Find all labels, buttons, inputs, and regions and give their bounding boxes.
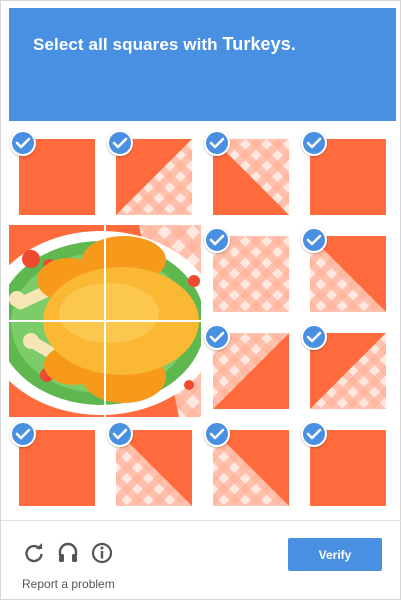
grid-tile-r3-c1[interactable]	[106, 420, 202, 516]
selected-check-icon	[301, 324, 327, 350]
grid-tile-r3-c3[interactable]	[300, 420, 396, 516]
selected-check-icon	[301, 130, 327, 156]
captcha-frame: Select all squares with Turkeys. Report …	[0, 0, 401, 600]
info-icon[interactable]	[90, 541, 114, 565]
grid-tile-r0-c0[interactable]	[9, 129, 105, 225]
grid-tile-r0-c3[interactable]	[300, 129, 396, 225]
selected-check-icon	[301, 227, 327, 253]
grid-tile-r1-c3[interactable]	[300, 226, 396, 322]
selected-check-icon	[10, 421, 36, 447]
grid-tile-r0-c1[interactable]	[106, 129, 202, 225]
selected-check-icon	[204, 324, 230, 350]
audio-icon[interactable]	[56, 541, 80, 565]
grid-tile-r3-c2[interactable]	[203, 420, 299, 516]
prompt-prefix: Select all squares with	[33, 35, 223, 54]
selected-check-icon	[204, 227, 230, 253]
selected-check-icon	[107, 421, 133, 447]
grid-tile-r2-c3[interactable]	[300, 323, 396, 419]
selected-check-icon	[10, 130, 36, 156]
challenge-header: Select all squares with Turkeys.	[9, 8, 396, 121]
report-problem-link[interactable]: Report a problem	[22, 577, 115, 591]
selected-check-icon	[204, 130, 230, 156]
selected-check-icon	[204, 421, 230, 447]
grid-tile-r1-c0[interactable]	[9, 226, 105, 322]
grid-tile-r1-c1[interactable]	[106, 226, 202, 322]
challenge-prompt: Select all squares with Turkeys.	[33, 34, 296, 55]
grid-tile-r2-c1[interactable]	[106, 323, 202, 419]
image-grid	[9, 129, 396, 513]
grid-tile-r2-c2[interactable]	[203, 323, 299, 419]
grid-tile-r2-c0[interactable]	[9, 323, 105, 419]
prompt-suffix: .	[290, 35, 296, 54]
reload-icon[interactable]	[22, 541, 46, 565]
grid-tile-r1-c2[interactable]	[203, 226, 299, 322]
captcha-footer: Report a problem Verify	[1, 520, 401, 600]
prompt-target: Turkeys	[222, 34, 291, 54]
grid-tile-r3-c0[interactable]	[9, 420, 105, 516]
grid-tile-r0-c2[interactable]	[203, 129, 299, 225]
verify-button[interactable]: Verify	[288, 538, 382, 571]
selected-check-icon	[301, 421, 327, 447]
selected-check-icon	[107, 130, 133, 156]
